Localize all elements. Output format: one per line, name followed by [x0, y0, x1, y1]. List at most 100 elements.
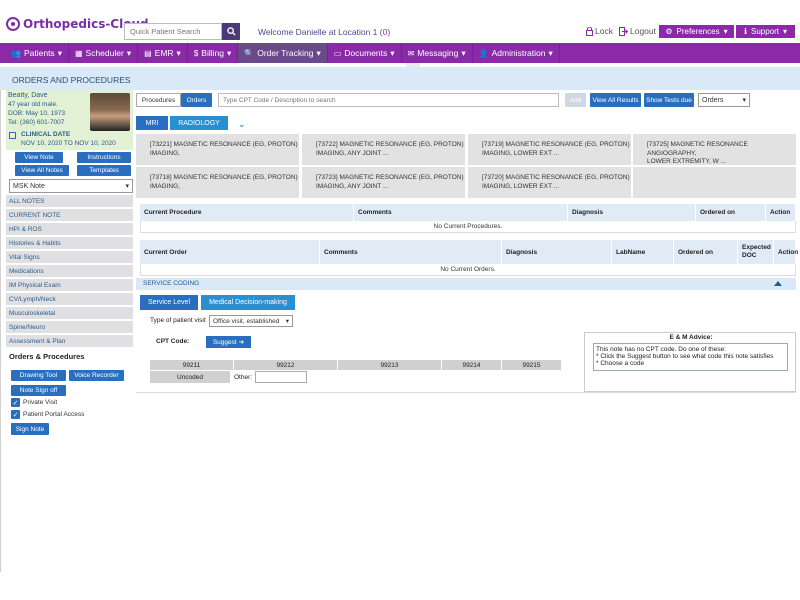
code-option[interactable]: 99214: [442, 360, 502, 370]
patient-search-input[interactable]: [124, 23, 222, 40]
chevron-down-icon: ▾: [316, 47, 321, 58]
nav-scheduler[interactable]: ▦ Scheduler ▾: [69, 43, 139, 63]
col-current-procedure: Current Procedure: [140, 204, 354, 221]
note-item-current-note[interactable]: CURRENT NOTE: [6, 209, 133, 222]
procedure-item[interactable]: [73719] MAGNETIC RESONANCE (EG, PROTON) I…: [468, 134, 631, 165]
chevron-down-icon: ▾: [742, 97, 746, 104]
lock-link[interactable]: Lock: [586, 26, 613, 36]
add-button[interactable]: Add: [565, 93, 586, 107]
procedure-item[interactable]: [73718] MAGNETIC RESONANCE (EG, PROTON) I…: [136, 167, 299, 198]
other-label: Other:: [234, 374, 253, 381]
view-note-button[interactable]: View Note: [15, 152, 63, 163]
show-tests-due-button[interactable]: Show Tests due: [644, 93, 694, 107]
procedure-line2: IMAGING, LOWER EXT ...: [482, 149, 560, 157]
tab-orders[interactable]: Orders: [181, 93, 212, 107]
view-all-results-button[interactable]: View All Results: [590, 93, 641, 107]
suggest-button[interactable]: Suggest ➔: [206, 336, 251, 348]
page-header: ORDERS AND PROCEDURES: [0, 67, 800, 90]
logout-link[interactable]: Logout: [619, 26, 656, 36]
tab-mri[interactable]: MRI: [136, 116, 168, 130]
tab-radiology[interactable]: RADIOLOGY: [170, 116, 228, 130]
code-option[interactable]: 99212: [234, 360, 338, 370]
instructions-button[interactable]: Instructions: [77, 152, 131, 163]
visit-type-label: Type of patient visit: [150, 317, 206, 324]
nav-order-tracking[interactable]: 🔍 Order Tracking ▾: [238, 43, 328, 63]
patient-name[interactable]: Beatty, Dave: [8, 92, 48, 99]
tab-procedures[interactable]: Procedures: [136, 93, 181, 107]
note-item-im-physical-exam[interactable]: IM Physical Exam: [6, 279, 133, 292]
nav-administration[interactable]: 👤 Administration ▾: [473, 43, 560, 63]
search-button[interactable]: [222, 23, 240, 40]
note-sign-off-button[interactable]: Note Sign off: [11, 385, 66, 396]
support-button[interactable]: ℹ Support ▾: [736, 25, 795, 38]
page-title: ORDERS AND PROCEDURES: [12, 75, 131, 85]
em-advice-line: * Click the Suggest button to see what c…: [596, 353, 774, 361]
note-item-histories[interactable]: Histories & Habits: [6, 237, 133, 250]
procedure-line2: IMAGING,: [150, 149, 180, 157]
info-icon: ℹ: [743, 27, 747, 36]
chevron-down-icon[interactable]: ⌄: [238, 119, 246, 130]
note-item-medications[interactable]: Medications: [6, 265, 133, 278]
voice-recorder-button[interactable]: Voice Recorder: [69, 370, 124, 381]
nav-billing[interactable]: $ Billing ▾: [188, 43, 239, 63]
patient-photo[interactable]: [90, 93, 130, 131]
note-item-hpi-ros[interactable]: HPI & ROS: [6, 223, 133, 236]
order-type-select[interactable]: Orders ▾: [698, 93, 750, 107]
sign-note-button[interactable]: Sign Note: [11, 423, 49, 435]
tab-medical-decision-making[interactable]: Medical Decision-making: [201, 295, 295, 310]
nav-messaging[interactable]: ✉ Messaging ▾: [402, 43, 473, 63]
patient-dob: DOB: May 10, 1973: [8, 110, 66, 117]
clinical-date-range[interactable]: NOV 10, 2020 TO NOV 10, 2020: [21, 140, 116, 147]
search-icon: [226, 27, 236, 36]
nav-patients[interactable]: 👥 Patients ▾: [5, 43, 69, 63]
code-option[interactable]: 99211: [150, 360, 234, 370]
col-comments: Comments: [320, 240, 502, 264]
private-visit-checkbox[interactable]: ✓: [11, 398, 20, 407]
preferences-label: Preferences: [676, 27, 720, 36]
patient-portal-checkbox[interactable]: ✓: [11, 410, 20, 419]
note-item-musculoskeletal[interactable]: Musculoskeletal: [6, 307, 133, 320]
nav-emr[interactable]: ▤ EMR ▾: [138, 43, 188, 63]
code-option[interactable]: 99215: [502, 360, 562, 370]
clinical-date-label: CLINICAL DATE: [21, 131, 71, 138]
note-item-assessment-plan[interactable]: Assessment & Plan: [6, 335, 133, 348]
col-comments: Comments: [354, 204, 568, 221]
note-item-all-notes[interactable]: ALL NOTES: [6, 195, 133, 208]
nav-label: Order Tracking: [257, 48, 314, 58]
uncoded-option[interactable]: Uncoded: [150, 371, 230, 383]
col-diagnosis: Diagnosis: [502, 240, 612, 264]
templates-button[interactable]: Templates: [77, 165, 131, 176]
chevron-down-icon: ▾: [723, 27, 728, 36]
cpt-search-input[interactable]: [218, 93, 559, 107]
code-option[interactable]: 99213: [338, 360, 442, 370]
note-item-spine-neuro[interactable]: Spine/Neuro: [6, 321, 133, 334]
suggest-label: Suggest: [212, 338, 237, 346]
other-code-input[interactable]: [255, 371, 307, 383]
procedure-item[interactable]: [73722] MAGNETIC RESONANCE (EG, PROTON) I…: [302, 134, 465, 165]
collapse-icon[interactable]: [774, 281, 782, 286]
col-expected-doc: Expected DOC: [738, 240, 774, 264]
note-item-vital-signs[interactable]: Vital Signs: [6, 251, 133, 264]
tab-service-level[interactable]: Service Level: [140, 295, 198, 310]
view-all-notes-button[interactable]: View All Notes: [15, 165, 69, 176]
drawing-tool-button[interactable]: Drawing Tool: [11, 370, 66, 381]
check-icon: ✓: [12, 399, 19, 407]
procedure-item[interactable]: [73720] MAGNETIC RESONANCE (EG, PROTON) I…: [468, 167, 631, 198]
nav-documents[interactable]: ▭ Documents ▾: [328, 43, 402, 63]
visit-type-select[interactable]: Office visit, established ▾: [209, 315, 293, 327]
gear-icon: ⚙: [665, 27, 673, 36]
chevron-down-icon: ▾: [548, 47, 553, 58]
note-type-select[interactable]: MSK Note ▾: [9, 179, 133, 193]
preferences-button[interactable]: ⚙ Preferences ▾: [659, 25, 734, 38]
em-advice-box: E & M Advice: This note has no CPT code.…: [584, 332, 796, 392]
note-item-cv-lymph-neck[interactable]: CV/Lymph/Neck: [6, 293, 133, 306]
chevron-down-icon: ▾: [285, 318, 289, 325]
procedure-empty-cell: [633, 167, 796, 198]
orders-procedures-heading[interactable]: Orders & Procedures: [9, 352, 84, 361]
service-coding-bar[interactable]: SERVICE CODING: [136, 278, 796, 290]
procedure-item[interactable]: [73221] MAGNETIC RESONANCE (EG, PROTON) I…: [136, 134, 299, 165]
procedure-item[interactable]: [73725] MAGNETIC RESONANCE ANGIOGRAPHY, L…: [633, 134, 796, 165]
dollar-icon: $: [193, 48, 199, 58]
order-type-value: Orders: [702, 96, 724, 104]
procedure-item[interactable]: [73723] MAGNETIC RESONANCE (EG, PROTON) I…: [302, 167, 465, 198]
